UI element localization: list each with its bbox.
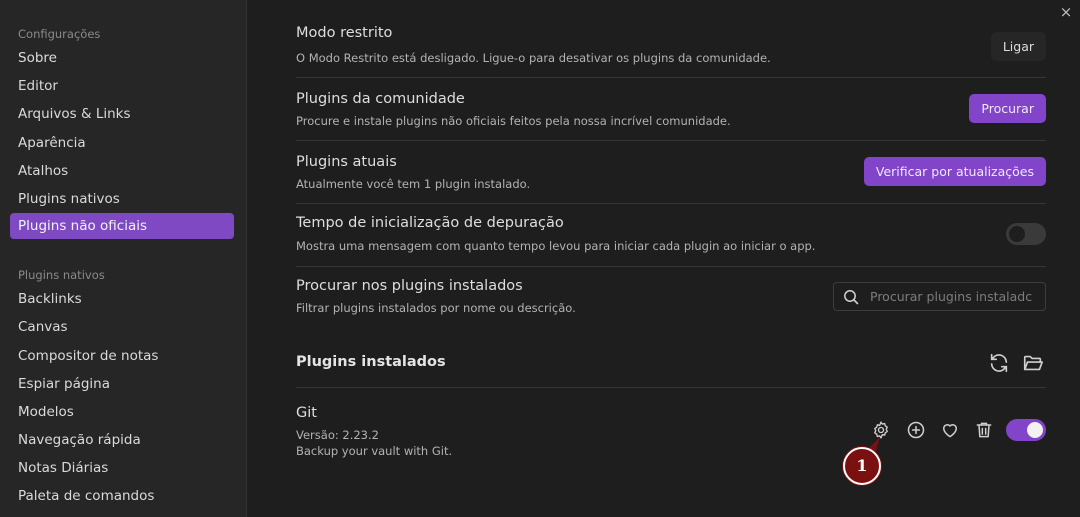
annotation-badge: 1	[843, 447, 881, 485]
plugin-item-git: Git Versão: 2.23.2 Backup your vault wit…	[296, 389, 1046, 479]
sidebar-item-community-plugins[interactable]: Plugins não oficiais	[10, 213, 234, 240]
sidebar-item-command-palette[interactable]: Paleta de comandos	[0, 482, 234, 510]
sidebar-item-editor[interactable]: Editor	[0, 72, 234, 100]
folder-icon[interactable]	[1022, 352, 1044, 374]
toggle-knob	[1027, 422, 1043, 438]
setting-community-plugins: Plugins da comunidade Procure e instale …	[296, 78, 1046, 141]
plugin-search-input[interactable]	[870, 287, 1040, 306]
installed-plugins-title: Plugins instalados	[296, 354, 446, 370]
close-icon[interactable]: ×	[1058, 4, 1074, 20]
sidebar-item-core-plugins[interactable]: Plugins nativos	[0, 185, 234, 213]
setting-current-plugins: Plugins atuais Atualmente você tem 1 plu…	[296, 141, 1046, 204]
plus-circle-icon[interactable]	[906, 420, 926, 440]
sidebar-item-canvas[interactable]: Canvas	[0, 313, 234, 341]
setting-desc: Procure e instale plugins não oficiais f…	[296, 114, 731, 128]
setting-desc: O Modo Restrito está desligado. Ligue-o …	[296, 51, 771, 65]
trash-icon[interactable]	[974, 420, 994, 440]
reload-icon[interactable]	[988, 352, 1010, 374]
setting-name: Tempo de inicialização de depuração	[296, 215, 564, 231]
sidebar-item-files-links[interactable]: Arquivos & Links	[0, 100, 234, 128]
sidebar-item-quick-switcher[interactable]: Navegação rápida	[0, 426, 234, 454]
setting-debug-startup: Tempo de inicialização de depuração Most…	[296, 204, 1046, 267]
debug-startup-toggle[interactable]	[1006, 223, 1046, 245]
sidebar-item-about[interactable]: Sobre	[0, 44, 234, 72]
sidebar-item-daily-notes[interactable]: Notas Diárias	[0, 454, 234, 482]
sidebar-heading-options: Configurações	[18, 27, 101, 41]
setting-name: Plugins da comunidade	[296, 91, 465, 107]
setting-name: Plugins atuais	[296, 154, 397, 170]
browse-plugins-button[interactable]: Procurar	[969, 94, 1046, 123]
sidebar-item-hotkeys[interactable]: Atalhos	[0, 157, 234, 185]
search-icon	[844, 290, 859, 305]
toggle-knob	[1009, 226, 1025, 242]
plugin-name: Git	[296, 405, 317, 421]
setting-name: Procurar nos plugins instalados	[296, 278, 523, 294]
sidebar-item-page-preview[interactable]: Espiar página	[0, 370, 234, 398]
plugin-version: Versão: 2.23.2	[296, 428, 379, 442]
sidebar-item-appearance[interactable]: Aparência	[0, 129, 234, 157]
setting-search-installed: Procurar nos plugins instalados Filtrar …	[296, 267, 1046, 330]
installed-plugins-header: Plugins instalados	[296, 331, 1046, 388]
settings-sidebar: Configurações Sobre Editor Arquivos & Li…	[0, 0, 247, 517]
restricted-mode-button[interactable]: Ligar	[990, 32, 1046, 61]
sidebar-item-backlinks[interactable]: Backlinks	[0, 285, 234, 313]
sidebar-heading-plugins: Plugins nativos	[18, 268, 105, 283]
setting-restricted-mode: Modo restrito O Modo Restrito está desli…	[296, 0, 1046, 78]
sidebar-item-templates[interactable]: Modelos	[0, 398, 234, 426]
plugin-enable-toggle[interactable]	[1006, 419, 1046, 441]
setting-desc: Mostra uma mensagem com quanto tempo lev…	[296, 239, 816, 253]
heart-icon[interactable]	[940, 420, 960, 440]
setting-desc: Atualmente você tem 1 plugin instalado.	[296, 177, 531, 191]
setting-desc: Filtrar plugins instalados por nome ou d…	[296, 301, 576, 315]
plugin-search-box	[833, 282, 1046, 311]
check-updates-button[interactable]: Verificar por atualizações	[863, 157, 1046, 186]
sidebar-item-note-composer[interactable]: Compositor de notas	[0, 342, 234, 370]
plugin-desc: Backup your vault with Git.	[296, 444, 453, 458]
setting-name: Modo restrito	[296, 25, 393, 41]
